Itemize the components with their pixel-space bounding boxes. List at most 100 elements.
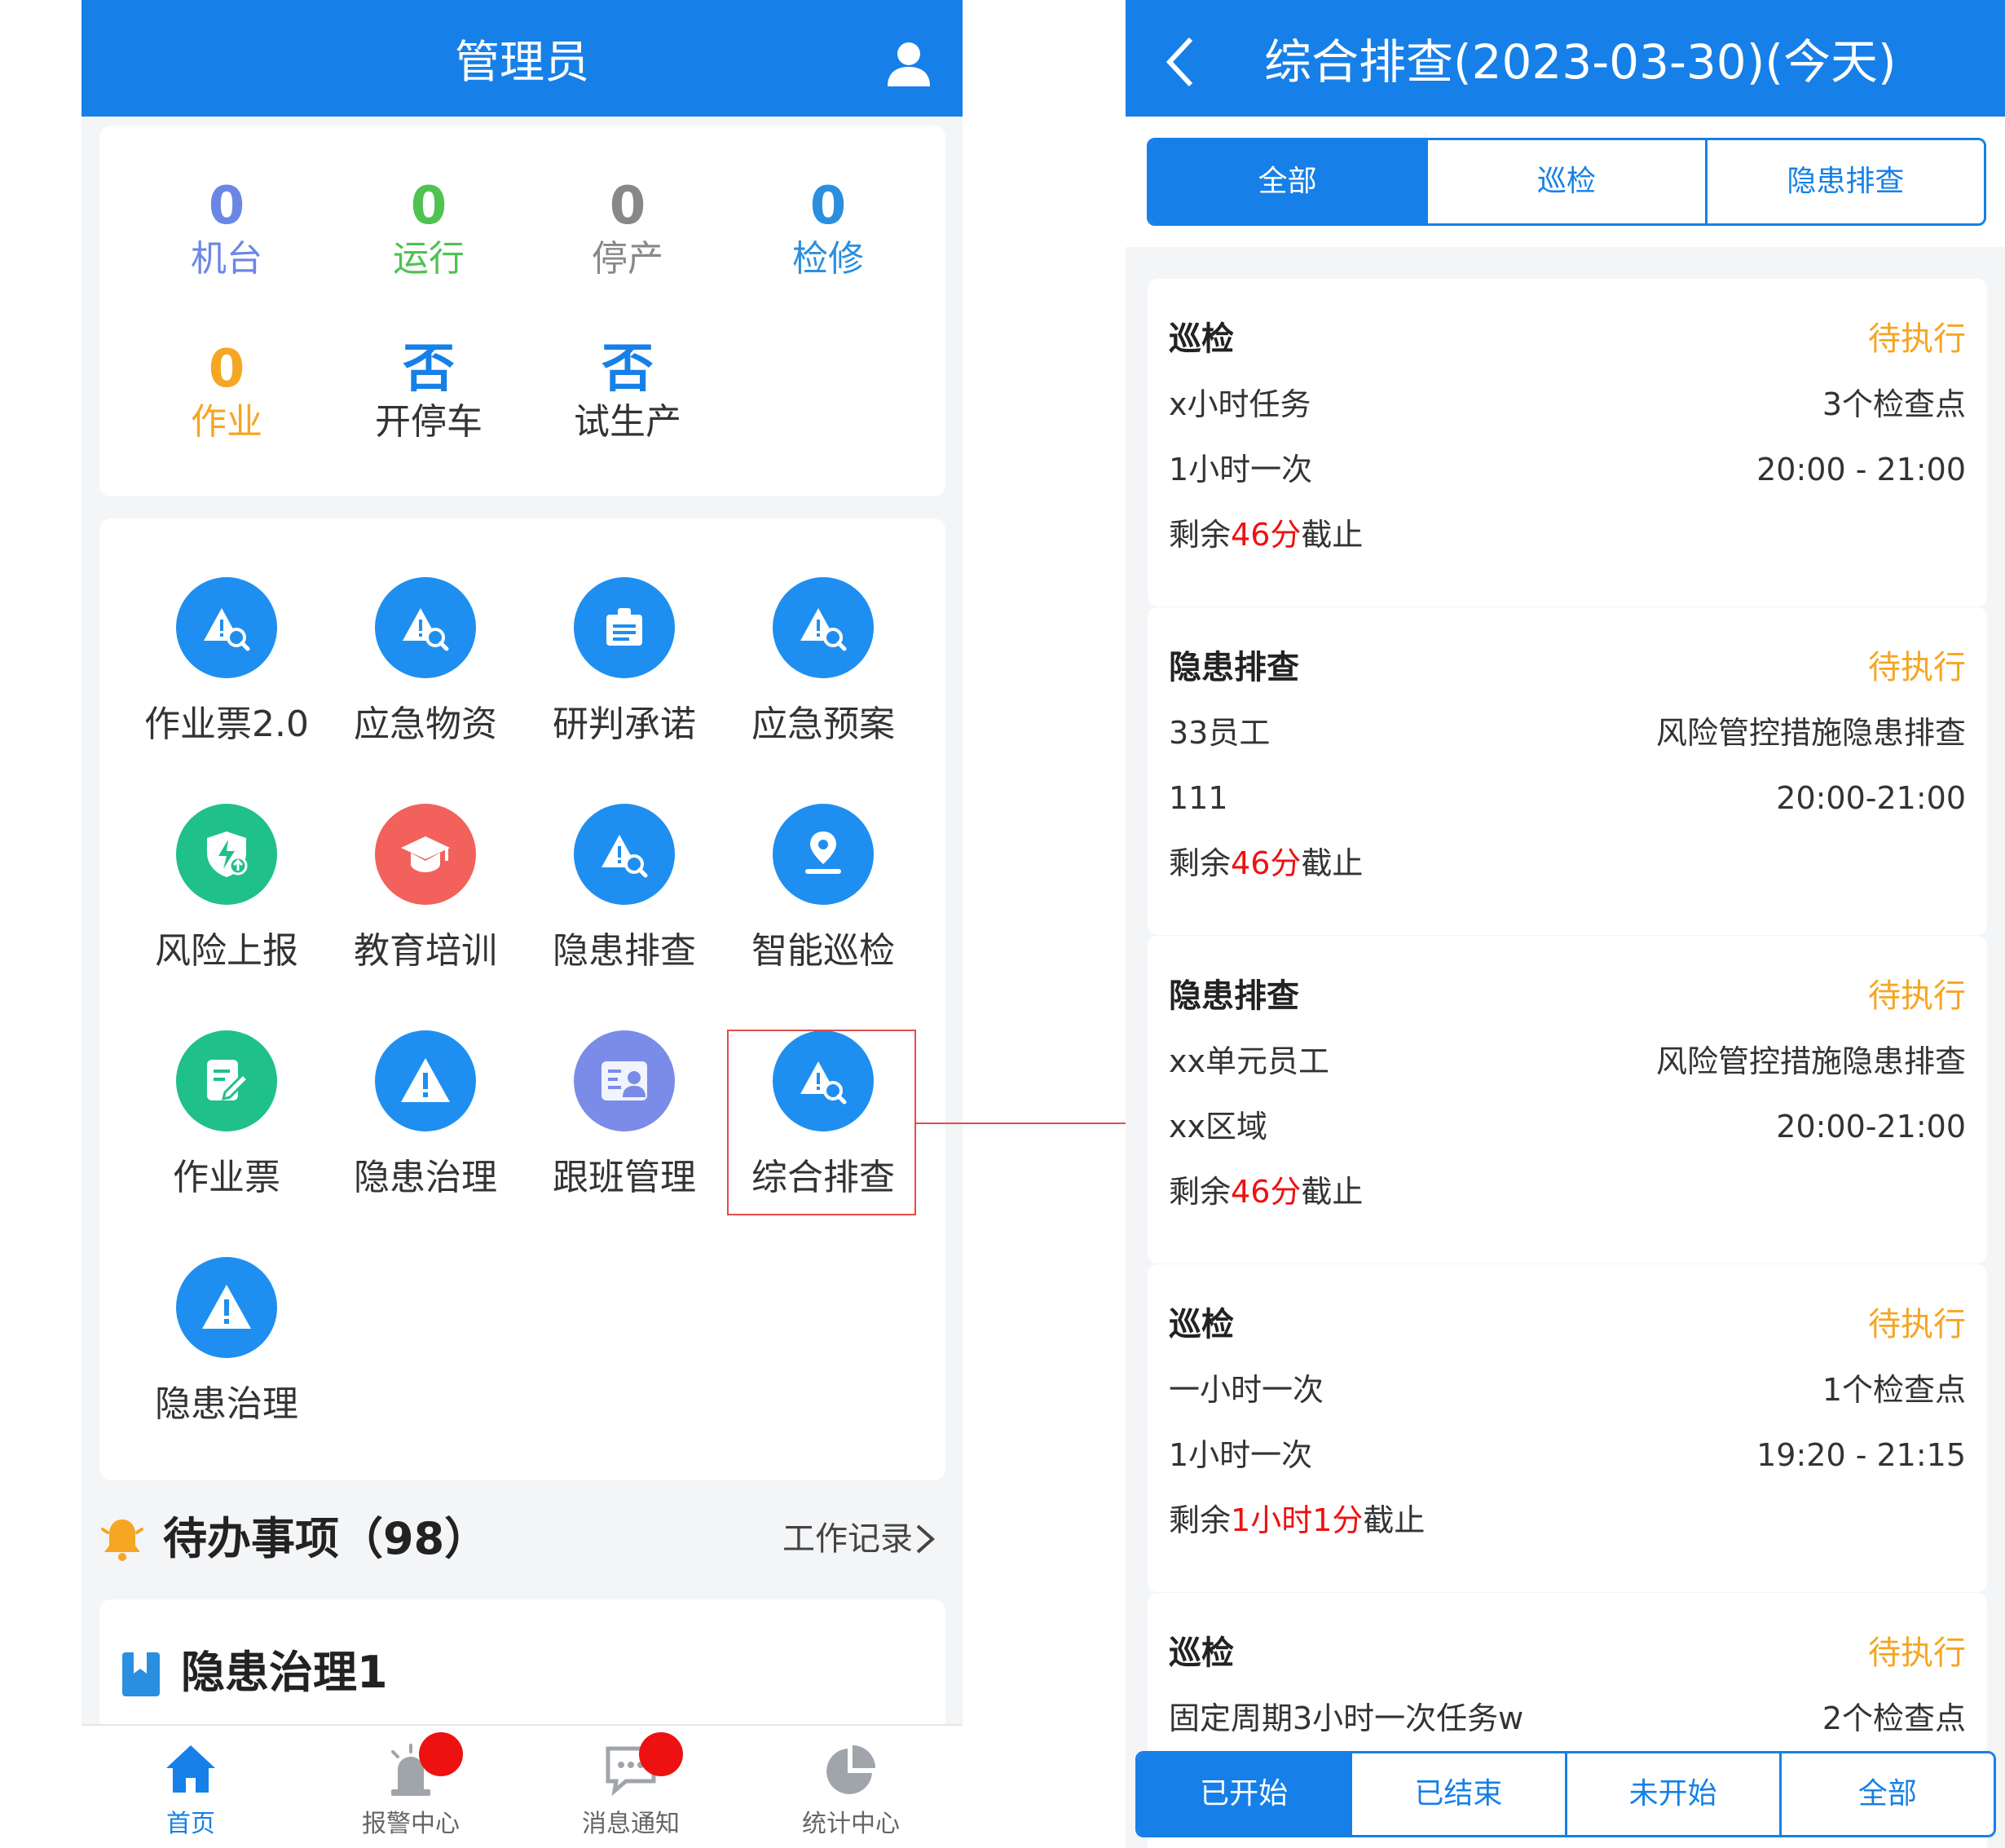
app-label: 隐患排查 [553,930,696,972]
task-time: 19:20 - 21:15 [1756,1437,1966,1473]
bottom-tab-bar: 首页 报警中心 消息通知 统计中心 [82,1724,963,1848]
app-emergency-plan[interactable]: 应急预案 [725,577,921,747]
clipboard-icon [574,577,675,678]
stat-value: 0 [208,339,245,399]
app-smart-patrol[interactable]: 智能巡检 [725,804,921,973]
app-label: 作业票 [173,1157,280,1198]
tab-all[interactable]: 全部 [1149,140,1429,223]
tab-state-all[interactable]: 全部 [1781,1753,1994,1835]
deadline-prefix: 剩余 [1169,845,1232,881]
task-card[interactable]: 巡检 待执行 x小时任务 3个检查点 1小时一次 20:00 - 21:00 剩余46… [1148,279,1987,606]
task-points: 风险管控措施隐患排查 [1655,715,1966,751]
app-label: 应急物资 [354,703,497,745]
filter-tabs: 全部 巡检 隐患排查 [1147,138,1986,226]
task-points: 3个检查点 [1822,386,1966,422]
chevron-right-icon[interactable] [913,1524,937,1554]
app-shift-management[interactable]: 跟班管理 [527,1030,722,1200]
stat-value: 0 [609,176,646,236]
stat-maintenance[interactable]: 0 检修 [747,176,910,282]
stat-value: 0 [410,176,447,236]
stat-start-stop[interactable]: 否 开停车 [347,339,510,445]
task-status: 待执行 [1868,320,1966,358]
task-deadline: 剩余46分截止 [1169,1167,1363,1216]
tab-label: 统计中心 [802,1810,900,1838]
task-status: 待执行 [1868,977,1966,1015]
app-work-ticket-2[interactable]: 作业票2.0 [129,577,324,747]
stat-label: 检修 [792,238,864,280]
task-status: 待执行 [1868,1306,1966,1343]
bookmark-icon [122,1652,160,1696]
task-status: 待执行 [1868,649,1966,686]
task-time: 20:00 - 21:00 [1756,452,1966,487]
app-hazard-governance[interactable]: 隐患治理 [328,1030,523,1200]
tab-alarm-center[interactable]: 报警中心 [329,1726,492,1848]
stat-label: 作业 [191,401,262,443]
inspection-header: 综合排查(2023-03-30)(今天) [1126,0,2005,117]
tab-patrol[interactable]: 巡检 [1428,140,1708,223]
task-name: 一小时一次 [1169,1372,1324,1408]
tab-not-started[interactable]: 未开始 [1567,1753,1782,1835]
task-card[interactable]: 巡检 待执行 一小时一次 1个检查点 1小时一次 19:20 - 21:15 剩余1小… [1148,1264,1987,1592]
task-card[interactable]: 隐患排查 待执行 33员工 风险管控措施隐患排查 111 20:00-21:00 剩余… [1148,607,1987,935]
deadline-remaining: 46分 [1231,845,1302,881]
app-work-ticket[interactable]: 作业票 [129,1030,324,1200]
stat-running[interactable]: 0 运行 [347,176,510,282]
user-icon[interactable] [884,39,933,88]
stat-label: 机台 [191,238,262,280]
highlight-box [727,1030,916,1215]
tab-hazard-inspection[interactable]: 隐患排查 [1707,140,1984,223]
deadline-suffix: 截止 [1301,845,1364,881]
deadline-suffix: 截止 [1301,517,1364,553]
task-deadline: 剩余46分截止 [1169,510,1363,559]
work-record-link[interactable]: 工作记录 [782,1515,913,1564]
stat-label: 开停车 [375,401,483,443]
warning-icon [375,1030,476,1131]
task-points: 2个检查点 [1822,1700,1966,1736]
deadline-prefix: 剩余 [1169,517,1232,553]
stat-stopped[interactable]: 0 停产 [546,176,709,282]
deadline-remaining: 1小时1分 [1231,1502,1364,1538]
stat-value: 否 [403,339,455,399]
comprehensive-inspection-screen: 综合排查(2023-03-30)(今天) 全部 巡检 隐患排查 巡检 待执行 x小… [1126,0,2005,1848]
task-name: x小时任务 [1169,386,1311,422]
stat-value: 0 [809,176,847,236]
app-hazard-governance-2[interactable]: 隐患治理 [129,1257,324,1427]
app-risk-report[interactable]: 风险上报 [129,804,324,973]
app-label: 隐患治理 [155,1383,298,1425]
warning-search-icon [574,804,675,905]
home-header: 管理员 [82,0,963,117]
tab-home[interactable]: 首页 [109,1726,272,1848]
task-card[interactable]: 隐患排查 待执行 xx单元员工 风险管控措施隐患排查 xx区域 20:00-21:00… [1148,936,1987,1264]
stat-value: 0 [208,176,245,236]
warning-search-icon [375,577,476,678]
tab-statistics[interactable]: 统计中心 [769,1726,932,1848]
stat-operations[interactable]: 0 作业 [145,339,308,445]
deadline-suffix: 截止 [1363,1502,1426,1538]
task-deadline: 剩余1小时1分截止 [1169,1496,1425,1545]
pie-chart-icon [826,1745,875,1794]
task-frequency: 1小时一次 [1169,1437,1313,1473]
task-deadline: 剩余46分截止 [1169,839,1363,888]
task-type: 巡检 [1169,1634,1234,1672]
task-points: 1个检查点 [1822,1372,1966,1408]
app-label: 作业票2.0 [144,703,309,745]
app-label: 研判承诺 [553,703,696,745]
app-emergency-supplies[interactable]: 应急物资 [328,577,523,747]
tab-started[interactable]: 已开始 [1138,1753,1353,1835]
chevron-left-icon[interactable] [1163,36,1196,88]
task-frequency: 1小时一次 [1169,452,1313,487]
tab-ended[interactable]: 已结束 [1352,1753,1567,1835]
shield-upload-icon [176,804,277,905]
deadline-prefix: 剩余 [1169,1174,1232,1210]
warning-icon [176,1257,277,1358]
stat-value: 否 [602,339,654,399]
deadline-prefix: 剩余 [1169,1502,1232,1538]
stat-machines[interactable]: 0 机台 [145,176,308,282]
task-frequency: xx区域 [1169,1109,1267,1145]
app-hazard-inspection[interactable]: 隐患排查 [527,804,722,973]
task-points: 风险管控措施隐患排查 [1655,1043,1966,1079]
tab-messages[interactable]: 消息通知 [549,1726,712,1848]
app-judgement-commitment[interactable]: 研判承诺 [527,577,722,747]
stat-trial-production[interactable]: 否 试生产 [546,339,709,445]
app-education-training[interactable]: 教育培训 [328,804,523,973]
